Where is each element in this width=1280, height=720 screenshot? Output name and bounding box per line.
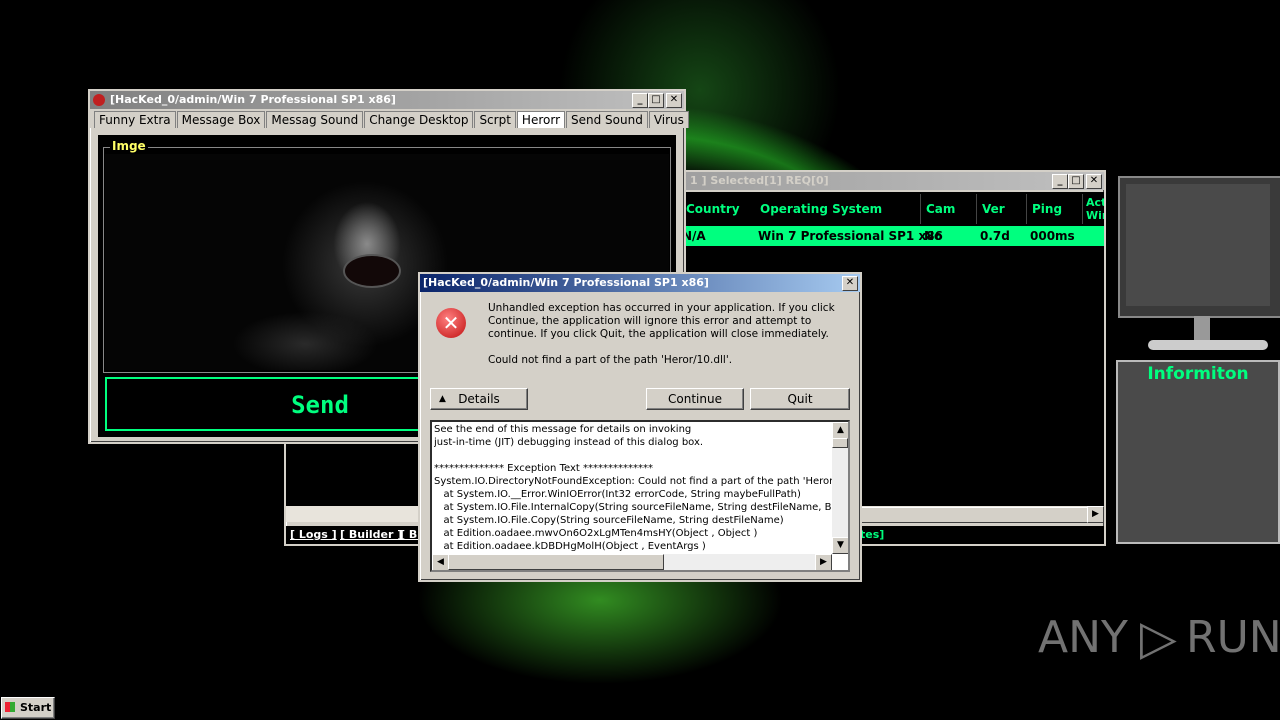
details-line: at System.IO.File.InternalCopy(String so… xyxy=(434,502,832,513)
main-window-titlebar: [HacKed_0/admin/Win 7 Professional SP1 x… xyxy=(90,91,684,109)
tab-message-box[interactable]: Message Box xyxy=(176,111,266,128)
col-ver[interactable]: Ver xyxy=(982,202,1005,216)
dialog-titlebar: [HacKed_0/admin/Win 7 Professional SP1 x… xyxy=(420,274,860,292)
info-panel-label: Informiton xyxy=(1147,364,1249,384)
maximize-icon[interactable]: □ xyxy=(648,93,664,108)
details-line xyxy=(434,449,832,462)
cell-cam: No xyxy=(924,229,943,243)
cell-ping: 000ms xyxy=(1030,229,1075,243)
watermark-left: ANY xyxy=(1038,612,1128,663)
scroll-right-icon[interactable]: ▶ xyxy=(1087,506,1104,523)
col-country[interactable]: Country xyxy=(686,202,740,216)
error-icon: ✕ xyxy=(436,308,466,338)
minimize-icon[interactable]: _ xyxy=(1052,174,1068,189)
scroll-up-icon[interactable]: ▲ xyxy=(832,422,848,439)
dialog-title: [HacKed_0/admin/Win 7 Professional SP1 x… xyxy=(423,276,709,289)
details-line: at System.IO.__Error.WinIOError(Int32 er… xyxy=(434,489,801,500)
error-dialog: [HacKed_0/admin/Win 7 Professional SP1 x… xyxy=(418,272,862,582)
details-line: System.IO.DirectoryNotFoundException: Co… xyxy=(434,476,832,487)
tab-virus[interactable]: Virus xyxy=(648,111,689,128)
quit-button[interactable]: Quit xyxy=(750,388,850,410)
details-line: just-in-time (JIT) debugging instead of … xyxy=(434,437,704,448)
col-os[interactable]: Operating System xyxy=(760,202,882,216)
tab-scrpt[interactable]: Scrpt xyxy=(474,111,516,128)
details-line: at System.IO.File.Copy(String sourceFile… xyxy=(434,515,784,526)
close-icon[interactable]: ✕ xyxy=(666,93,682,108)
col-active-window[interactable]: Acti Win xyxy=(1086,196,1104,222)
tab-funny-extra[interactable]: Funny Extra xyxy=(94,111,176,128)
quit-label: Quit xyxy=(787,392,813,406)
details-line: ************** Exception Text **********… xyxy=(434,463,653,474)
details-text: See the end of this message for details … xyxy=(434,423,832,553)
play-icon: ▷ xyxy=(1140,610,1177,666)
scroll-right-icon[interactable]: ▶ xyxy=(815,554,832,570)
main-window-title: [HacKed_0/admin/Win 7 Professional SP1 x… xyxy=(110,93,396,106)
logs-link[interactable]: [ Logs ] xyxy=(290,528,337,541)
cell-ver: 0.7d xyxy=(980,229,1010,243)
watermark-right: RUN xyxy=(1186,612,1280,663)
triangle-up-icon: ▲ xyxy=(439,394,446,404)
details-button[interactable]: ▲ Details xyxy=(430,388,528,410)
details-textbox[interactable]: See the end of this message for details … xyxy=(430,420,850,572)
continue-label: Continue xyxy=(668,392,722,406)
scroll-down-icon[interactable]: ▼ xyxy=(832,537,848,554)
clients-window-title: 1 ] Selected[1] REQ[0] xyxy=(690,174,829,187)
maximize-icon[interactable]: □ xyxy=(1068,174,1084,189)
windows-logo-icon xyxy=(5,702,15,712)
minimize-icon[interactable]: _ xyxy=(632,93,648,108)
close-icon[interactable]: ✕ xyxy=(1086,174,1102,189)
dialog-message: Unhandled exception has occurred in your… xyxy=(488,302,835,340)
scroll-left-icon[interactable]: ◀ xyxy=(432,554,449,570)
vertical-scrollbar[interactable]: ▲ ▼ xyxy=(832,422,848,554)
app-icon xyxy=(93,94,105,106)
tab-messag-sound[interactable]: Messag Sound xyxy=(266,111,364,128)
horizontal-scrollbar[interactable]: ◀ ▶ xyxy=(432,554,832,570)
start-button[interactable]: Start xyxy=(1,697,55,719)
cell-os: Win 7 Professional SP1 x86 xyxy=(758,229,943,243)
image-group-label: Imge xyxy=(110,139,148,153)
col-ping[interactable]: Ping xyxy=(1032,202,1062,216)
dialog-error-text: Could not find a part of the path 'Heror… xyxy=(488,354,733,366)
tab-change-desktop[interactable]: Change Desktop xyxy=(364,111,474,128)
updates-link[interactable]: tes] xyxy=(860,528,884,541)
close-icon[interactable]: ✕ xyxy=(842,276,858,291)
col-cam[interactable]: Cam xyxy=(926,202,955,216)
details-line: See the end of this message for details … xyxy=(434,424,692,435)
info-panel: Informiton xyxy=(1116,360,1280,544)
tab-herorr[interactable]: Herorr xyxy=(516,111,565,128)
details-label: Details xyxy=(458,392,500,406)
tab-send-sound[interactable]: Send Sound xyxy=(566,111,648,128)
monitor-icon xyxy=(1118,176,1280,354)
details-line: at Edition.oadaee.mwvOn6O2xLgMTen4msHY(O… xyxy=(434,528,758,539)
continue-button[interactable]: Continue xyxy=(646,388,744,410)
tab-strip: Funny Extra Message Box Messag Sound Cha… xyxy=(90,109,689,128)
details-line: at Edition.oadaee.kDBDHgMolH(Object , Ev… xyxy=(434,541,706,552)
builder-link[interactable]: [ Builder ] xyxy=(340,528,402,541)
